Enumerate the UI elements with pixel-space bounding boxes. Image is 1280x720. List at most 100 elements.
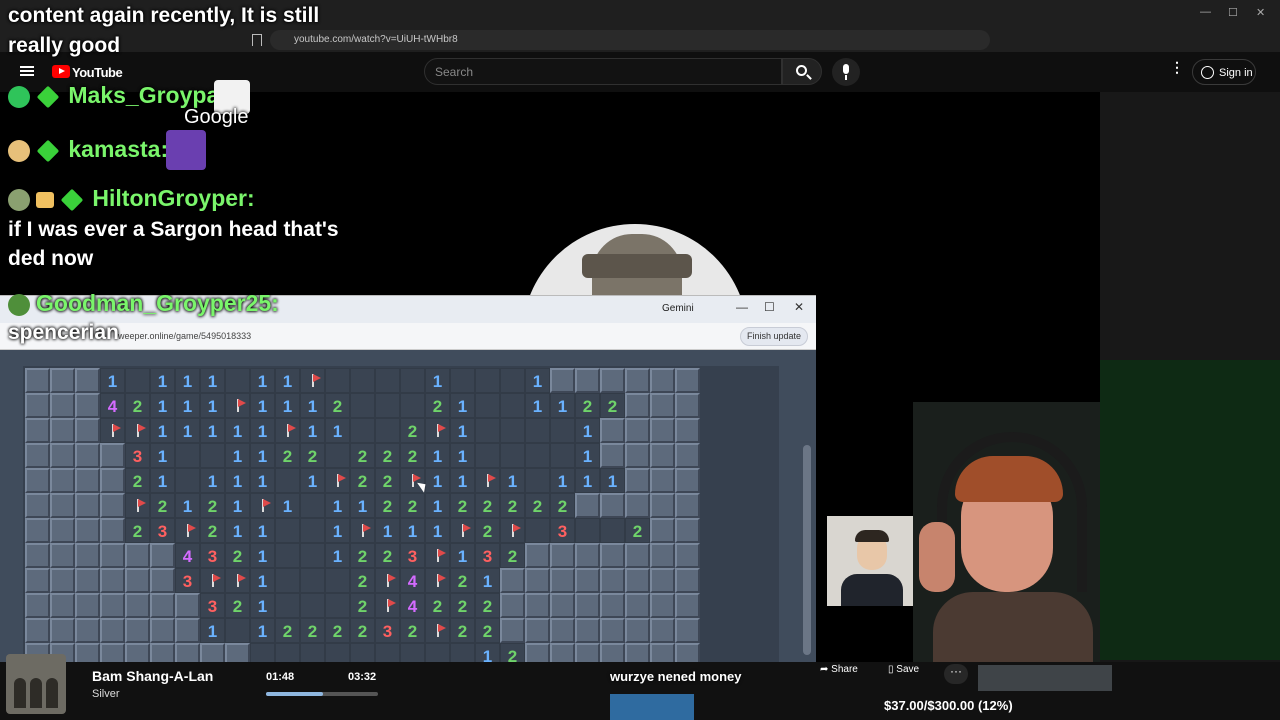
number-cell[interactable]: 1 bbox=[550, 468, 575, 493]
covered-cell[interactable] bbox=[650, 593, 675, 618]
covered-cell[interactable] bbox=[675, 368, 700, 393]
number-cell[interactable]: 1 bbox=[200, 618, 225, 643]
empty-cell[interactable] bbox=[600, 518, 625, 543]
flag-icon[interactable] bbox=[125, 493, 150, 518]
empty-cell[interactable] bbox=[525, 418, 550, 443]
number-cell[interactable]: 4 bbox=[400, 593, 425, 618]
number-cell[interactable]: 4 bbox=[175, 543, 200, 568]
covered-cell[interactable] bbox=[175, 643, 200, 662]
covered-cell[interactable] bbox=[675, 643, 700, 662]
number-cell[interactable]: 1 bbox=[575, 468, 600, 493]
covered-cell[interactable] bbox=[150, 568, 175, 593]
number-cell[interactable]: 2 bbox=[125, 393, 150, 418]
covered-cell[interactable] bbox=[600, 418, 625, 443]
number-cell[interactable]: 2 bbox=[225, 543, 250, 568]
flag-icon[interactable] bbox=[425, 418, 450, 443]
empty-cell[interactable] bbox=[275, 468, 300, 493]
number-cell[interactable]: 1 bbox=[475, 568, 500, 593]
flag-icon[interactable] bbox=[375, 593, 400, 618]
covered-cell[interactable] bbox=[125, 643, 150, 662]
number-cell[interactable]: 3 bbox=[375, 618, 400, 643]
minesweeper-board[interactable]: 1111111142111111221112211111112113111222… bbox=[23, 366, 779, 662]
empty-cell[interactable] bbox=[475, 443, 500, 468]
covered-cell[interactable] bbox=[200, 643, 225, 662]
empty-cell[interactable] bbox=[275, 568, 300, 593]
covered-cell[interactable] bbox=[25, 368, 50, 393]
covered-cell[interactable] bbox=[575, 568, 600, 593]
number-cell[interactable]: 2 bbox=[225, 593, 250, 618]
number-cell[interactable]: 2 bbox=[275, 443, 300, 468]
covered-cell[interactable] bbox=[150, 543, 175, 568]
number-cell[interactable]: 1 bbox=[175, 393, 200, 418]
number-cell[interactable]: 1 bbox=[325, 493, 350, 518]
number-cell[interactable]: 2 bbox=[500, 493, 525, 518]
number-cell[interactable]: 1 bbox=[300, 393, 325, 418]
covered-cell[interactable] bbox=[525, 643, 550, 662]
share-button[interactable]: ➦ Share bbox=[820, 664, 872, 684]
number-cell[interactable]: 1 bbox=[175, 493, 200, 518]
number-cell[interactable]: 1 bbox=[400, 518, 425, 543]
number-cell[interactable]: 1 bbox=[100, 368, 125, 393]
covered-cell[interactable] bbox=[650, 468, 675, 493]
flag-icon[interactable] bbox=[500, 518, 525, 543]
search-button[interactable] bbox=[782, 58, 822, 85]
covered-cell[interactable] bbox=[625, 618, 650, 643]
empty-cell[interactable] bbox=[325, 443, 350, 468]
number-cell[interactable]: 2 bbox=[475, 493, 500, 518]
number-cell[interactable]: 2 bbox=[425, 593, 450, 618]
covered-cell[interactable] bbox=[625, 468, 650, 493]
covered-cell[interactable] bbox=[600, 643, 625, 662]
covered-cell[interactable] bbox=[50, 443, 75, 468]
number-cell[interactable]: 1 bbox=[250, 443, 275, 468]
covered-cell[interactable] bbox=[25, 593, 50, 618]
covered-cell[interactable] bbox=[675, 543, 700, 568]
microphone-icon[interactable] bbox=[832, 58, 860, 86]
covered-cell[interactable] bbox=[500, 568, 525, 593]
number-cell[interactable]: 2 bbox=[450, 568, 475, 593]
covered-cell[interactable] bbox=[650, 393, 675, 418]
sign-in-button[interactable]: Sign in bbox=[1192, 59, 1256, 85]
covered-cell[interactable] bbox=[100, 493, 125, 518]
covered-cell[interactable] bbox=[675, 418, 700, 443]
number-cell[interactable]: 2 bbox=[325, 618, 350, 643]
empty-cell[interactable] bbox=[350, 393, 375, 418]
covered-cell[interactable] bbox=[575, 618, 600, 643]
flag-icon[interactable] bbox=[200, 568, 225, 593]
flag-icon[interactable] bbox=[450, 518, 475, 543]
covered-cell[interactable] bbox=[25, 518, 50, 543]
flag-icon[interactable] bbox=[325, 468, 350, 493]
empty-cell[interactable] bbox=[500, 393, 525, 418]
flag-icon[interactable] bbox=[425, 568, 450, 593]
empty-cell[interactable] bbox=[275, 643, 300, 662]
number-cell[interactable]: 2 bbox=[375, 543, 400, 568]
covered-cell[interactable] bbox=[75, 468, 100, 493]
number-cell[interactable]: 2 bbox=[500, 643, 525, 662]
number-cell[interactable]: 1 bbox=[275, 493, 300, 518]
covered-cell[interactable] bbox=[600, 568, 625, 593]
number-cell[interactable]: 2 bbox=[375, 443, 400, 468]
covered-cell[interactable] bbox=[625, 443, 650, 468]
number-cell[interactable]: 1 bbox=[275, 368, 300, 393]
number-cell[interactable]: 1 bbox=[250, 368, 275, 393]
covered-cell[interactable] bbox=[100, 543, 125, 568]
number-cell[interactable]: 1 bbox=[225, 443, 250, 468]
covered-cell[interactable] bbox=[600, 593, 625, 618]
covered-cell[interactable] bbox=[25, 543, 50, 568]
number-cell[interactable]: 1 bbox=[300, 418, 325, 443]
empty-cell[interactable] bbox=[275, 593, 300, 618]
covered-cell[interactable] bbox=[625, 593, 650, 618]
minimize-button[interactable]: — bbox=[1200, 6, 1211, 18]
number-cell[interactable]: 3 bbox=[400, 543, 425, 568]
number-cell[interactable]: 1 bbox=[425, 443, 450, 468]
covered-cell[interactable] bbox=[600, 443, 625, 468]
number-cell[interactable]: 1 bbox=[350, 493, 375, 518]
covered-cell[interactable] bbox=[75, 418, 100, 443]
covered-cell[interactable] bbox=[50, 468, 75, 493]
covered-cell[interactable] bbox=[675, 618, 700, 643]
empty-cell[interactable] bbox=[400, 368, 425, 393]
covered-cell[interactable] bbox=[100, 643, 125, 662]
covered-cell[interactable] bbox=[50, 543, 75, 568]
number-cell[interactable]: 1 bbox=[475, 643, 500, 662]
covered-cell[interactable] bbox=[150, 643, 175, 662]
empty-cell[interactable] bbox=[475, 418, 500, 443]
